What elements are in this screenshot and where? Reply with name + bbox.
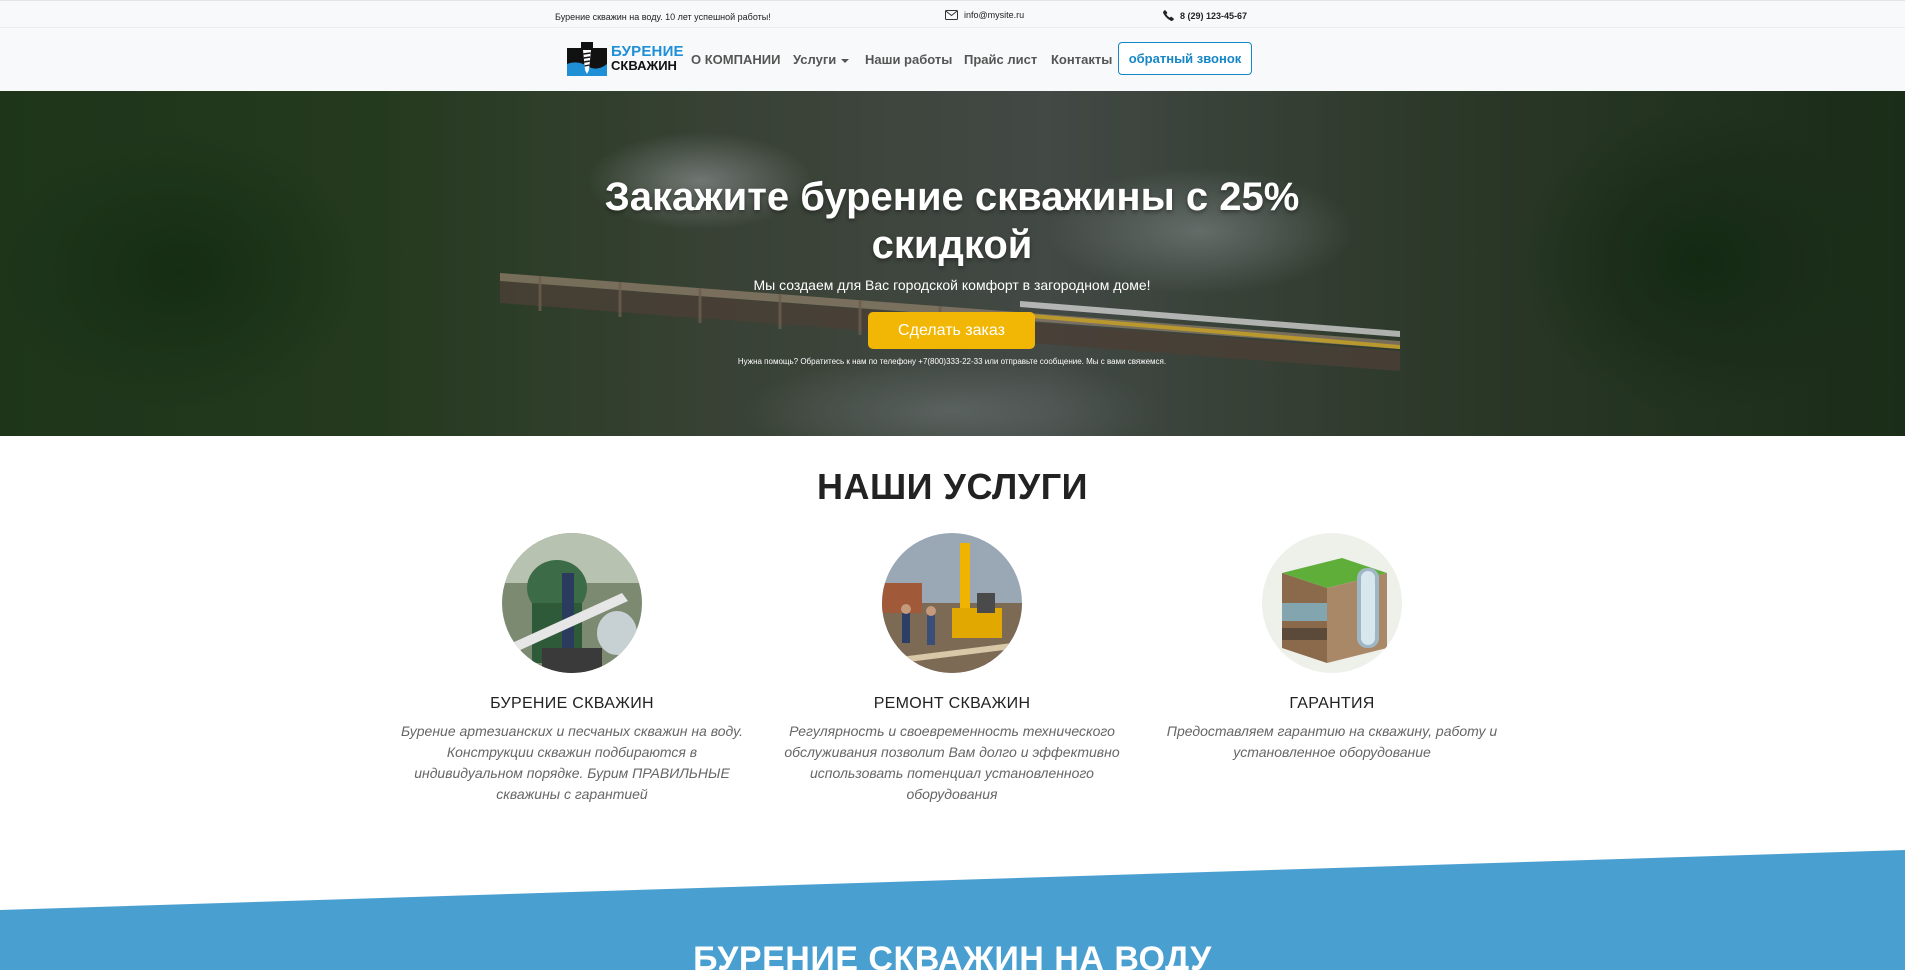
phone-icon [1163,10,1174,21]
repair-photo [882,533,1022,673]
envelope-icon [945,10,958,20]
email-text[interactable]: info@mysite.ru [964,10,1024,20]
service-name: ГАРАНТИЯ [1289,695,1375,712]
logo-line1: БУРЕНИЕ [611,43,684,60]
hero-help-text: Нужна помощь? Обратитесь к нам по телефо… [737,357,1167,366]
top-info-bar: Бурение скважин на воду. 10 лет успешной… [0,0,1905,28]
hero-subtitle: Мы создаем для Вас городской комфорт в з… [753,277,1151,293]
caret-down-icon [841,58,850,63]
service-name: БУРЕНИЕ СКВАЖИН [490,695,654,712]
service-description: Предоставляем гарантию на скважину, рабо… [1166,723,1498,760]
nav-item-contacts[interactable]: Контакты [1051,52,1112,67]
hero-title: Закажите бурение скважины с 25% скидкой [604,175,1300,267]
phone-text[interactable]: 8 (29) 123-45-67 [1180,11,1247,21]
slogan-text: Бурение скважин на воду. 10 лет успешной… [555,12,771,22]
section-title-water-drilling: БУРЕНИЕ СКВАЖИН НА ВОДУ [693,940,1212,970]
nav-item-services[interactable]: Услуги [793,52,850,67]
service-card-drilling[interactable]: БУРЕНИЕ СКВАЖИН Бурение артезианских и п… [397,533,747,805]
nav-item-price[interactable]: Прайс лист [964,52,1037,67]
service-name: РЕМОНТ СКВАЖИН [873,695,1031,712]
warranty-illustration [1262,533,1402,673]
order-button[interactable]: Сделать заказ [868,312,1035,349]
services-title: НАШИ УСЛУГИ [817,466,1088,507]
drilling-photo [502,533,642,673]
service-description: Бурение артезианских и песчаных скважин … [400,723,744,802]
hero-banner: Закажите бурение скважины с 25% скидкой … [0,91,1905,436]
callback-button[interactable]: обратный звонок [1118,42,1252,75]
site-logo[interactable]: БУРЕНИЕ СКВАЖИН [567,42,684,76]
nav-item-services-label: Услуги [793,52,837,67]
hero-content: Закажите бурение скважины с 25% скидкой … [0,91,1905,436]
nav-item-works[interactable]: Наши работы [865,52,952,67]
service-card-repair[interactable]: РЕМОНТ СКВАЖИН Регулярность и своевремен… [777,533,1127,805]
nav-item-about[interactable]: О КОМПАНИИ [691,52,780,67]
drill-logo-icon [567,42,607,76]
phone-contact[interactable]: 8 (29) 123-45-67 [1163,10,1247,21]
service-description: Регулярность и своевременность техническ… [784,723,1120,802]
service-card-warranty[interactable]: ГАРАНТИЯ Предоставляем гарантию на скваж… [1157,533,1507,763]
email-contact[interactable]: info@mysite.ru [945,10,1024,20]
main-navbar: БУРЕНИЕ СКВАЖИН О КОМПАНИИ Услуги Наши р… [0,28,1905,91]
logo-line2: СКВАЖИН [611,58,677,73]
